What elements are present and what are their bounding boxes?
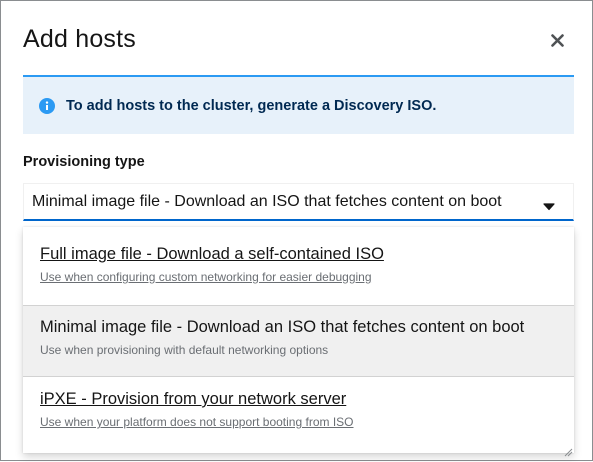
select-current-value: Minimal image file - Download an ISO tha…	[32, 192, 502, 210]
option-title: Full image file - Download a self-contai…	[40, 245, 384, 263]
alert-message: To add hosts to the cluster, generate a …	[66, 97, 437, 114]
option-title: Minimal image file - Download an ISO tha…	[40, 318, 525, 336]
option-ipxe[interactable]: iPXE - Provision from your network serve…	[23, 377, 574, 453]
provisioning-type-label: Provisioning type	[23, 154, 145, 170]
option-full-image[interactable]: Full image file - Download a self-contai…	[23, 227, 574, 305]
close-button[interactable]	[545, 31, 569, 55]
option-description: Use when your platform does not support …	[40, 415, 354, 429]
resize-grip-icon[interactable]	[563, 444, 573, 457]
caret-down-icon[interactable]	[543, 198, 555, 211]
add-hosts-modal: Add hosts To add hosts to the cluster, g…	[0, 0, 593, 461]
option-minimal-image[interactable]: Minimal image file - Download an ISO tha…	[23, 306, 574, 376]
info-alert: To add hosts to the cluster, generate a …	[23, 75, 574, 134]
close-icon[interactable]	[550, 34, 564, 52]
provisioning-options-menu: Full image file - Download a self-contai…	[23, 227, 574, 453]
modal-title: Add hosts	[23, 25, 136, 53]
info-circle-icon	[39, 97, 55, 114]
option-title: iPXE - Provision from your network serve…	[40, 390, 347, 408]
provisioning-type-select[interactable]: Minimal image file - Download an ISO tha…	[23, 183, 574, 221]
option-description: Use when configuring custom networking f…	[40, 270, 372, 284]
option-description: Use when provisioning with default netwo…	[40, 343, 329, 357]
